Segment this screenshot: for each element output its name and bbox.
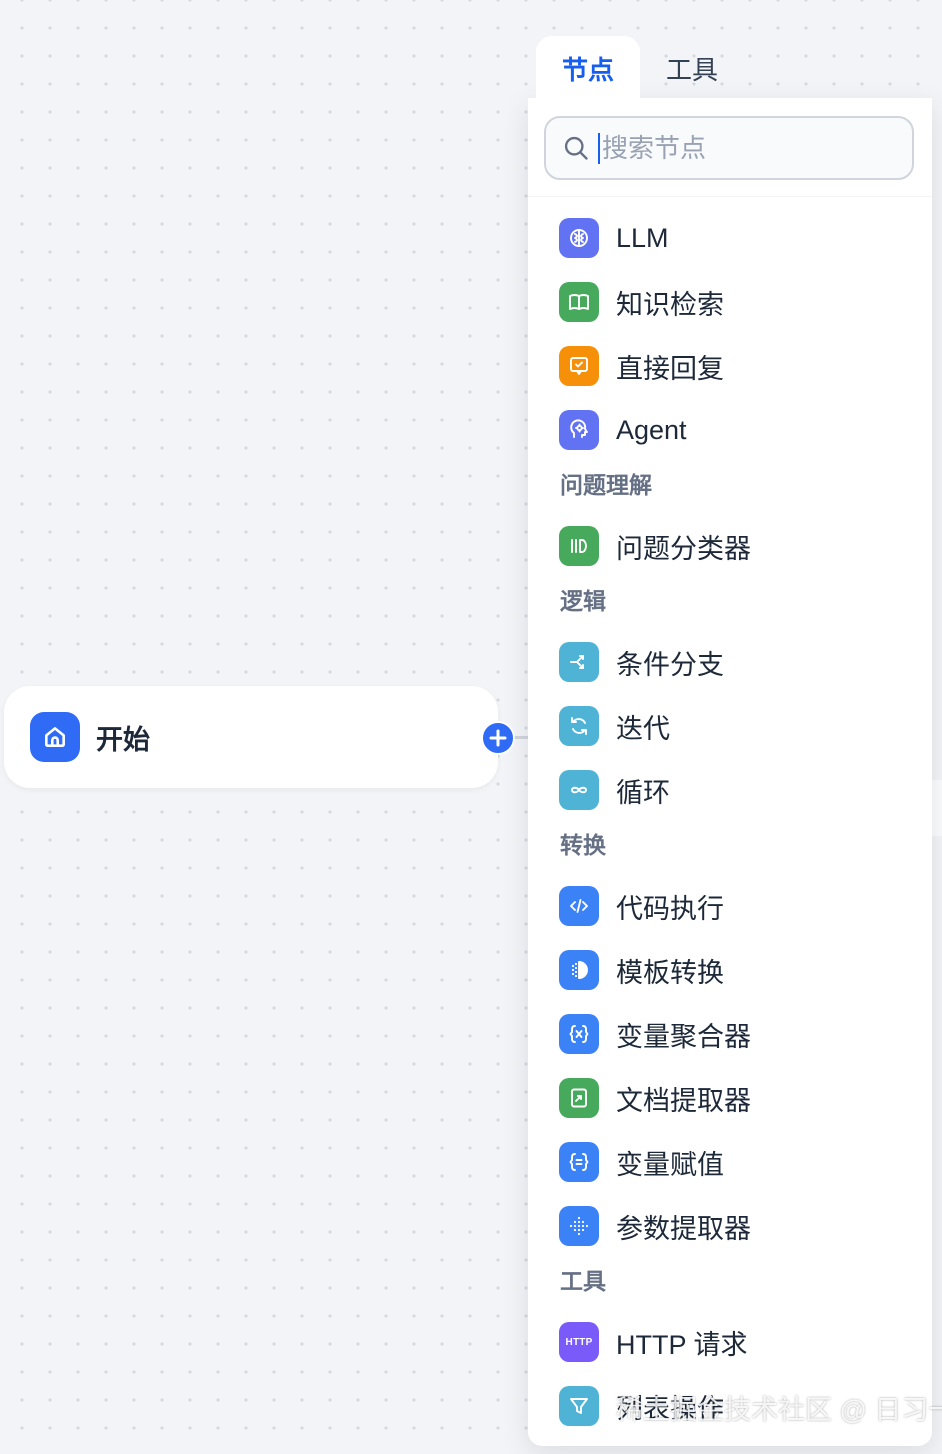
section-header-label: 工具 bbox=[560, 1268, 606, 1294]
tab-tools[interactable]: 工具 bbox=[640, 36, 744, 100]
node-item[interactable]: 循环 bbox=[528, 758, 932, 822]
node-item-label: 代码执行 bbox=[616, 893, 724, 924]
section-header: 工具 bbox=[528, 1258, 932, 1310]
home-icon bbox=[30, 712, 80, 762]
iteration-icon bbox=[559, 706, 599, 746]
node-item[interactable]: 代码执行 bbox=[528, 874, 932, 938]
classifier-icon bbox=[559, 526, 599, 566]
node-item-label: 变量赋值 bbox=[616, 1149, 724, 1180]
branch-icon bbox=[559, 642, 599, 682]
node-item[interactable]: 变量赋值 bbox=[528, 1130, 932, 1194]
reply-icon bbox=[559, 346, 599, 386]
divider bbox=[528, 196, 932, 197]
agent-icon bbox=[559, 410, 599, 450]
node-item[interactable]: 迭代 bbox=[528, 694, 932, 758]
node-item-label: HTTP 请求 bbox=[616, 1329, 748, 1360]
variable-assign-icon bbox=[559, 1142, 599, 1182]
start-node-label: 开始 bbox=[96, 724, 150, 755]
search-box bbox=[544, 116, 914, 180]
node-item-label: 迭代 bbox=[616, 713, 670, 744]
node-item-label: 参数提取器 bbox=[616, 1213, 751, 1244]
plus-icon bbox=[489, 729, 507, 747]
section-header-label: 逻辑 bbox=[560, 588, 606, 614]
node-item-label: LLM bbox=[616, 222, 669, 253]
section-header-label: 问题理解 bbox=[560, 472, 652, 498]
http-icon-text: HTTP bbox=[565, 1336, 593, 1348]
node-item[interactable]: Agent bbox=[528, 398, 932, 462]
node-item[interactable]: HTTP HTTP 请求 bbox=[528, 1310, 932, 1374]
section-header: 逻辑 bbox=[528, 578, 932, 630]
code-icon bbox=[559, 886, 599, 926]
node-item-label: 变量聚合器 bbox=[616, 1021, 751, 1052]
node-item-label: 问题分类器 bbox=[616, 533, 751, 564]
node-item[interactable]: 变量聚合器 bbox=[528, 1002, 932, 1066]
loop-icon bbox=[559, 770, 599, 810]
node-list: LLM 知识检索直接回复 Agent 问题理解问题分类器 逻辑条件分支迭代循环 转换代码执… bbox=[528, 206, 932, 1438]
node-item-label: 文档提取器 bbox=[616, 1085, 751, 1116]
search-input[interactable] bbox=[598, 132, 888, 164]
node-item-label: 条件分支 bbox=[616, 649, 724, 680]
node-item-label: Agent bbox=[616, 414, 687, 445]
book-icon bbox=[559, 282, 599, 322]
section-header-label: 转换 bbox=[560, 832, 606, 858]
start-node[interactable]: 开始 bbox=[4, 686, 498, 788]
parameter-extractor-icon bbox=[559, 1206, 599, 1246]
filter-icon bbox=[559, 1386, 599, 1426]
http-icon: HTTP bbox=[559, 1322, 599, 1362]
node-item-label: 知识检索 bbox=[616, 289, 724, 320]
node-item-label: 模板转换 bbox=[616, 957, 724, 988]
node-item[interactable]: 知识检索 bbox=[528, 270, 932, 334]
search-icon bbox=[564, 136, 588, 160]
template-icon bbox=[559, 950, 599, 990]
node-item[interactable]: LLM bbox=[528, 206, 932, 270]
node-item-label: 直接回复 bbox=[616, 353, 724, 384]
section-header: 问题理解 bbox=[528, 462, 932, 514]
watermark: 稀土掘金技术社区 @ 日习一技 bbox=[616, 1395, 942, 1425]
node-item[interactable]: 参数提取器 bbox=[528, 1194, 932, 1258]
variable-aggregator-icon bbox=[559, 1014, 599, 1054]
panel-tabs: 节点 工具 bbox=[536, 36, 744, 100]
node-item[interactable]: 直接回复 bbox=[528, 334, 932, 398]
section-header: 转换 bbox=[528, 822, 932, 874]
node-item[interactable]: 文档提取器 bbox=[528, 1066, 932, 1130]
brain-icon bbox=[559, 218, 599, 258]
node-item[interactable]: 模板转换 bbox=[528, 938, 932, 1002]
tab-nodes[interactable]: 节点 bbox=[536, 36, 641, 100]
node-item[interactable]: 条件分支 bbox=[528, 630, 932, 694]
node-item[interactable]: 问题分类器 bbox=[528, 514, 932, 578]
document-extractor-icon bbox=[559, 1078, 599, 1118]
node-item-label: 循环 bbox=[616, 777, 670, 808]
add-node-button[interactable] bbox=[481, 721, 515, 755]
